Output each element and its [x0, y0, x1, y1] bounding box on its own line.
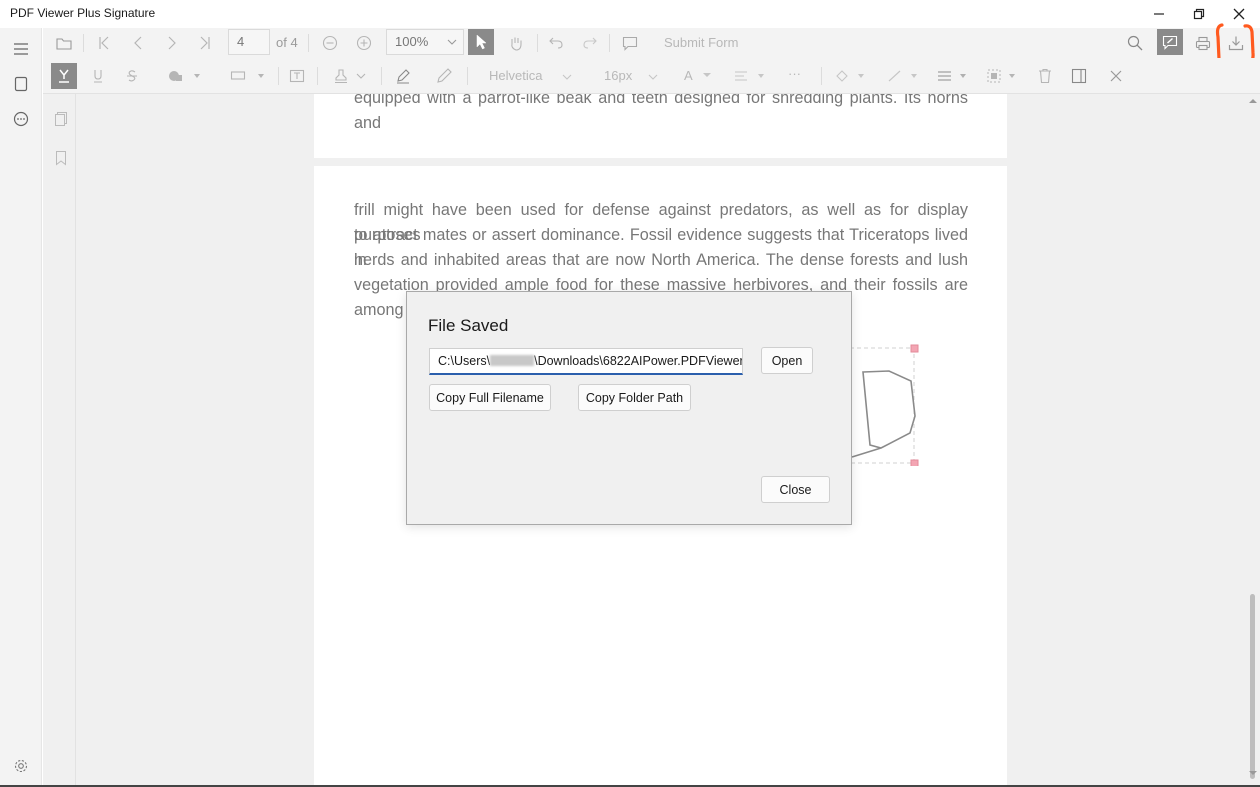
page-total: of 4 — [276, 35, 298, 50]
close-toolbar-icon[interactable] — [1107, 65, 1125, 87]
open-folder-icon[interactable] — [55, 32, 73, 54]
zoom-in-icon[interactable] — [355, 32, 373, 54]
annotate-panel-icon[interactable] — [1157, 29, 1183, 55]
resize-handle — [910, 344, 919, 353]
saved-path-field[interactable]: C:\Users\ \Downloads\6822AIPower.PDFViewe… — [429, 348, 743, 375]
hand-tool-icon[interactable] — [507, 32, 525, 54]
pencil-icon[interactable] — [435, 65, 453, 87]
select-tool-icon[interactable] — [468, 29, 494, 55]
toolbar-separator — [467, 67, 468, 85]
font-size-select[interactable]: 16px — [604, 68, 632, 83]
restore-icon[interactable] — [1184, 4, 1214, 24]
textbox-tool-icon[interactable] — [229, 65, 265, 87]
comments-icon[interactable] — [11, 109, 31, 129]
minimize-icon[interactable] — [1144, 4, 1174, 24]
open-button[interactable]: Open — [761, 347, 813, 374]
more-options-button[interactable]: ··· — [788, 66, 801, 81]
comment-icon[interactable] — [621, 32, 639, 54]
close-button[interactable]: Close — [761, 476, 830, 503]
page-number-input[interactable]: 4 — [228, 29, 270, 55]
scrollbar-thumb[interactable] — [1250, 594, 1255, 779]
zoom-select[interactable]: 100% — [386, 29, 464, 55]
text-field-icon[interactable] — [288, 65, 306, 87]
last-page-icon[interactable] — [196, 32, 214, 54]
app-title: PDF Viewer Plus Signature — [10, 6, 156, 20]
fill-color-icon[interactable] — [833, 65, 867, 87]
line-style-icon[interactable] — [886, 65, 920, 87]
page-icon[interactable] — [11, 74, 31, 94]
line-width-icon[interactable] — [936, 65, 970, 87]
first-page-icon[interactable] — [95, 32, 113, 54]
main-toolbar: 4 of 4 100% Submit Form — [43, 28, 1260, 58]
toolbar-separator — [821, 67, 822, 85]
pages-icon[interactable] — [51, 109, 71, 129]
shape-tool-icon[interactable] — [166, 65, 202, 87]
strikethrough-icon[interactable] — [124, 65, 140, 87]
menu-icon[interactable] — [11, 39, 31, 59]
search-icon[interactable] — [1126, 32, 1144, 54]
scroll-up-icon — [1249, 99, 1257, 103]
next-page-icon[interactable] — [163, 32, 181, 54]
path-suffix: \Downloads\6822AIPower.PDFViewerPl — [534, 354, 743, 368]
font-color-button[interactable]: A — [684, 68, 693, 83]
scroll-down-icon — [1249, 771, 1257, 775]
submit-form-button[interactable]: Submit Form — [664, 35, 738, 50]
signature-pen-icon[interactable] — [394, 65, 412, 87]
highlight-tool-icon[interactable] — [51, 63, 77, 89]
chevron-down-icon — [447, 39, 457, 45]
zoom-value: 100% — [395, 34, 429, 49]
format-toolbar: Helvetica 16px A ··· — [43, 58, 1260, 94]
caret-down-icon — [703, 73, 711, 77]
copy-folder-path-button[interactable]: Copy Folder Path — [578, 384, 691, 411]
resize-handle — [910, 459, 919, 466]
redacted-username — [490, 355, 535, 366]
file-saved-dialog: File Saved C:\Users\ \Downloads\6822AIPow… — [406, 291, 852, 525]
pdf-page-3: equipped with a parrot-like beak and tee… — [314, 94, 1007, 158]
properties-panel-icon[interactable] — [1070, 65, 1088, 87]
toolbar-separator — [537, 34, 538, 52]
chevron-down-icon — [562, 74, 572, 80]
toolbar-separator — [83, 34, 84, 52]
align-icon[interactable] — [733, 65, 767, 87]
redo-icon[interactable] — [581, 32, 599, 54]
toolbar-separator — [381, 67, 382, 85]
dialog-title: File Saved — [428, 316, 509, 335]
stamp-tool-icon[interactable] — [332, 65, 370, 87]
underline-icon[interactable] — [90, 65, 106, 87]
secondary-panel — [43, 94, 76, 787]
undo-icon[interactable] — [547, 32, 565, 54]
copy-full-filename-button[interactable]: Copy Full Filename — [429, 384, 551, 411]
toolbar-separator — [317, 67, 318, 85]
title-bar: PDF Viewer Plus Signature — [0, 0, 1260, 28]
bookmark-icon[interactable] — [51, 148, 71, 168]
font-name-select[interactable]: Helvetica — [489, 68, 542, 83]
toolbar-separator — [278, 67, 279, 85]
delete-icon[interactable] — [1036, 65, 1054, 87]
toolbar-separator — [609, 34, 610, 52]
page4-text-line-3: herds and inhabited areas that are now N… — [354, 251, 968, 269]
zoom-out-icon[interactable] — [321, 32, 339, 54]
page3-text-line: equipped with a parrot-like beak and tee… — [354, 94, 968, 132]
opacity-icon[interactable] — [985, 65, 1019, 87]
vertical-scrollbar[interactable] — [1246, 94, 1260, 787]
settings-icon[interactable] — [11, 756, 31, 776]
print-icon[interactable] — [1194, 32, 1212, 54]
chevron-down-icon — [648, 74, 658, 80]
left-sidebar — [0, 28, 42, 787]
previous-page-icon[interactable] — [129, 32, 147, 54]
toolbar-separator — [308, 34, 309, 52]
path-prefix: C:\Users\ — [438, 354, 491, 368]
